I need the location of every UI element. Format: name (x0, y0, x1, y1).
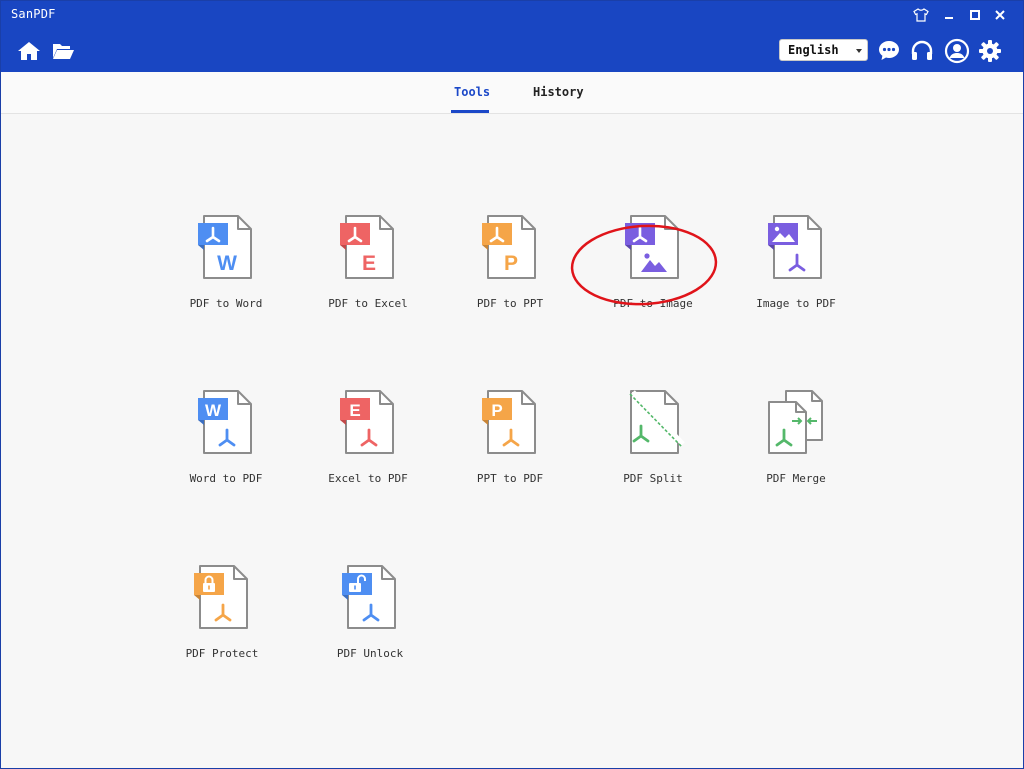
badge-letter: E (362, 252, 376, 275)
tool-excel-to-pdf[interactable]: E Excel to PDF (313, 390, 423, 500)
tool-label: Excel to PDF (328, 472, 408, 485)
image-to-pdf-icon (768, 215, 822, 279)
title-bar[interactable]: SanPDF (1, 1, 1023, 29)
tool-image-to-pdf[interactable]: Image to PDF (741, 215, 851, 325)
tab-history[interactable]: History (533, 85, 584, 99)
ppt-to-pdf-icon: P (482, 390, 536, 454)
app-window: SanPDF English Tools History W PDF to Wo… (0, 0, 1024, 769)
language-value: English (788, 43, 839, 57)
tool-pdf-to-word[interactable]: W PDF to Word (171, 215, 281, 325)
active-tab-indicator (451, 110, 489, 113)
settings-gear-icon[interactable] (976, 37, 1004, 65)
folder-open-icon[interactable] (49, 37, 77, 65)
tool-label: PDF Merge (766, 472, 826, 485)
excel-to-pdf-icon: E (340, 390, 394, 454)
tool-label: PDF Unlock (336, 647, 404, 660)
tool-pdf-to-ppt[interactable]: P PDF to PPT (455, 215, 565, 325)
word-to-pdf-icon: W (198, 390, 252, 454)
minimize-icon[interactable] (939, 5, 959, 25)
headset-icon[interactable] (908, 37, 936, 65)
tool-word-to-pdf[interactable]: W Word to PDF (171, 390, 281, 500)
tool-label: PDF to Excel (328, 297, 408, 310)
pdf-to-ppt-icon: P (482, 215, 536, 279)
badge-letter: W (205, 401, 222, 420)
language-select[interactable]: English (779, 39, 868, 61)
pdf-merge-icon (768, 390, 823, 454)
tool-ppt-to-pdf[interactable]: P PPT to PDF (455, 390, 565, 500)
pdf-unlock-icon (342, 565, 396, 629)
tool-label: PDF to PPT (476, 297, 544, 310)
home-icon[interactable] (15, 37, 43, 65)
skin-icon[interactable] (911, 5, 931, 25)
tool-label: PPT to PDF (476, 472, 544, 485)
tool-label: Word to PDF (189, 472, 263, 485)
badge-letter: W (217, 252, 237, 275)
tool-pdf-to-image[interactable]: PDF to Image (598, 215, 708, 325)
tool-pdf-unlock[interactable]: PDF Unlock (315, 565, 425, 675)
close-icon[interactable] (990, 5, 1010, 25)
badge-letter: P (504, 252, 518, 275)
tool-label: PDF to Word (189, 297, 263, 310)
window-title: SanPDF (11, 7, 56, 21)
user-account-icon[interactable] (943, 37, 971, 65)
tool-label: PDF to Image (613, 297, 693, 310)
tool-label: PDF Split (623, 472, 683, 485)
chat-icon[interactable] (875, 37, 903, 65)
maximize-icon[interactable] (965, 5, 985, 25)
tab-tools[interactable]: Tools (454, 85, 490, 99)
main-toolbar: English (1, 29, 1023, 72)
tool-pdf-to-excel[interactable]: E PDF to Excel (313, 215, 423, 325)
badge-letter: E (349, 401, 360, 420)
tool-pdf-split[interactable]: PDF Split (598, 390, 708, 500)
badge-letter: P (491, 401, 502, 420)
pdf-split-icon (629, 390, 685, 454)
chevron-down-icon (856, 49, 862, 53)
tool-pdf-protect[interactable]: PDF Protect (167, 565, 277, 675)
pdf-protect-icon (194, 565, 248, 629)
pdf-to-image-icon (625, 215, 679, 279)
tool-pdf-merge[interactable]: PDF Merge (741, 390, 851, 500)
tool-label: PDF Protect (185, 647, 259, 660)
pdf-to-excel-icon: E (340, 215, 394, 279)
tab-bar: Tools History (1, 72, 1023, 114)
pdf-to-word-icon: W (198, 215, 252, 279)
tool-label: Image to PDF (756, 297, 836, 310)
